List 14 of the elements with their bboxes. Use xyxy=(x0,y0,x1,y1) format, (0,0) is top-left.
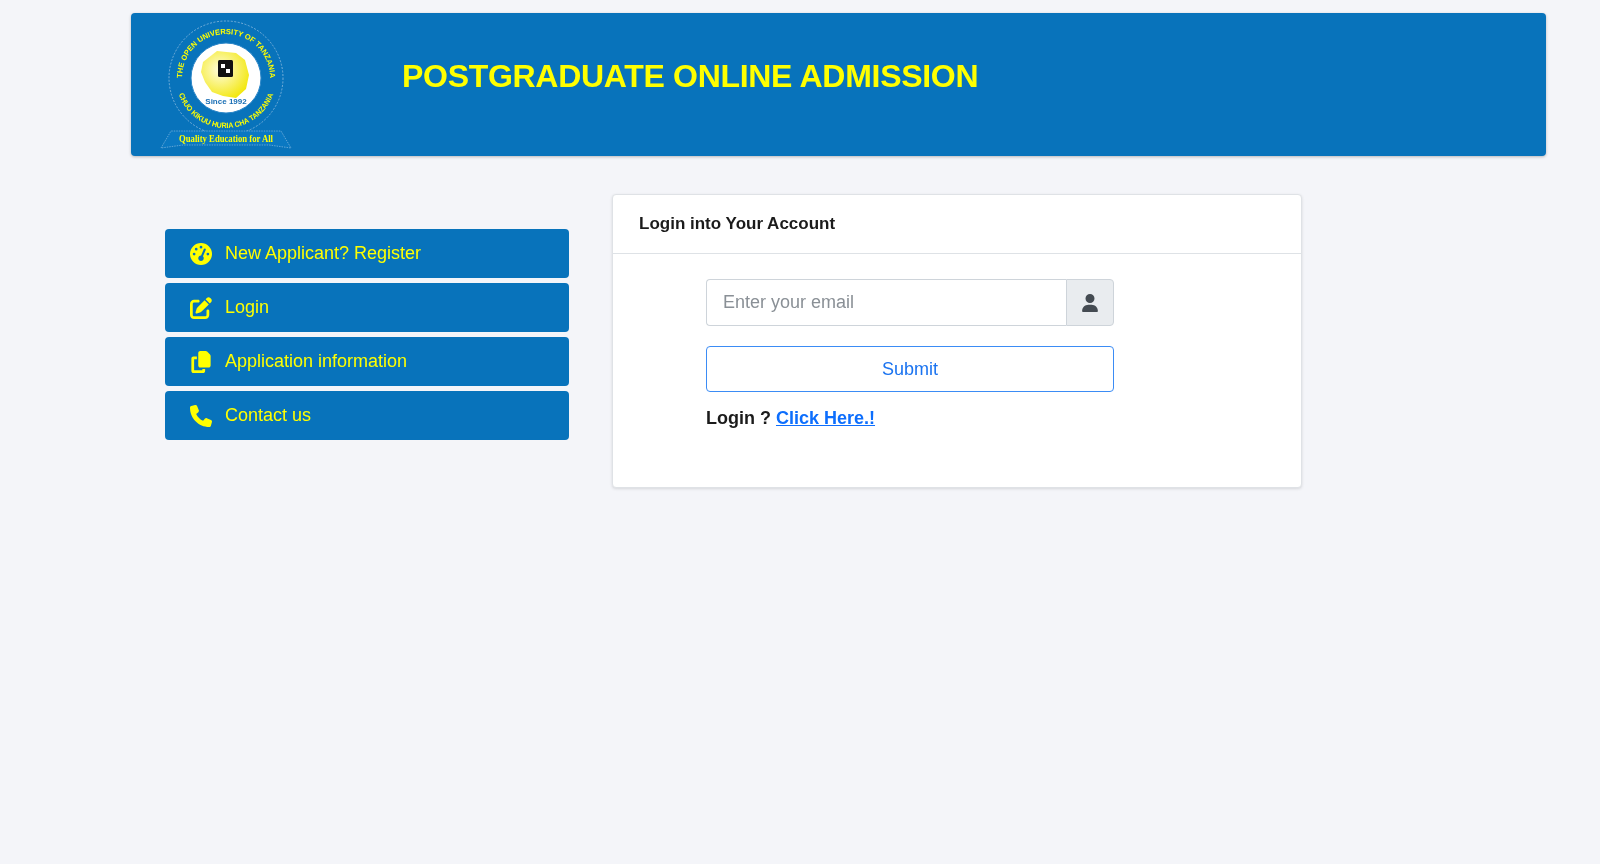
phone-icon xyxy=(190,404,212,427)
card-title: Login into Your Account xyxy=(639,214,836,234)
user-icon xyxy=(1082,293,1098,312)
click-here-link[interactable]: Click Here.! xyxy=(776,408,876,429)
login-prompt-text: Login ? xyxy=(706,408,771,429)
sidebar-item[interactable]: Login xyxy=(165,283,569,332)
sidebar-item[interactable]: New Applicant? Register xyxy=(165,229,569,278)
page-title: POSTGRADUATE ONLINE ADMISSION xyxy=(402,57,979,95)
gauge-icon xyxy=(190,242,212,265)
email-field[interactable]: Enter your email xyxy=(706,279,1066,326)
sidebar-item[interactable]: Application information xyxy=(165,337,569,386)
sidebar-item[interactable]: Contact us xyxy=(165,391,569,440)
submit-button[interactable]: Submit xyxy=(706,346,1114,392)
documents-icon xyxy=(190,350,212,373)
